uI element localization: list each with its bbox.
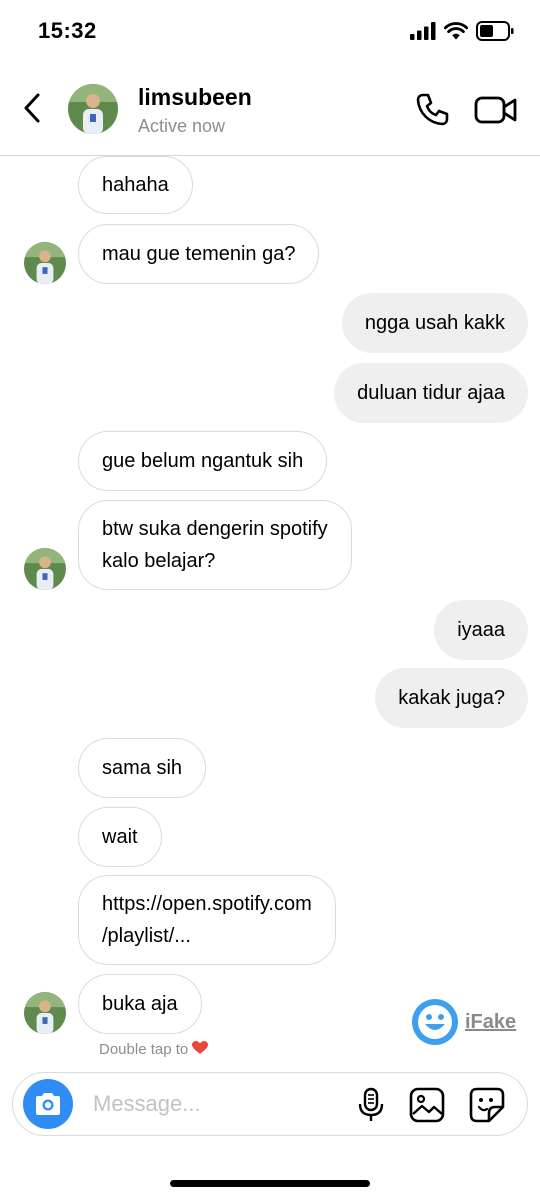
active-status: Active now — [138, 116, 226, 136]
avatar[interactable] — [24, 992, 66, 1034]
gallery-icon[interactable] — [409, 1087, 445, 1123]
message-text: hahaha — [102, 174, 169, 196]
phone-icon[interactable] — [412, 90, 452, 130]
battery-icon — [476, 21, 514, 41]
message-text: gue belum ngantuk sih — [102, 450, 304, 472]
back-chevron-icon[interactable] — [18, 90, 48, 126]
status-icons — [410, 20, 514, 42]
message-text: mau gue temenin ga? — [102, 243, 296, 265]
contact-name[interactable]: limsubeen — [138, 84, 252, 111]
status-bar: 15:32 — [0, 0, 540, 60]
heart-icon — [192, 1041, 209, 1054]
ifake-logo-icon — [412, 999, 458, 1045]
message-text: kakak juga? — [398, 687, 505, 709]
message-bubble-incoming[interactable]: sama sih — [78, 738, 207, 798]
message-bubble-incoming[interactable]: btw suka dengerin spotify kalo belajar? — [78, 500, 352, 590]
message-text-line2: /playlist/... — [102, 925, 191, 947]
message-text-line1: btw suka dengerin spotify — [102, 518, 328, 540]
message-link-bubble[interactable]: https://open.spotify.com /playlist/... — [78, 875, 336, 965]
message-bubble-outgoing[interactable]: kakak juga? — [375, 668, 528, 728]
message-bubble-outgoing[interactable]: iyaaa — [434, 600, 528, 660]
message-text: buka aja — [102, 993, 178, 1015]
avatar[interactable] — [24, 548, 66, 590]
message-bubble-incoming[interactable]: hahaha — [78, 156, 193, 214]
message-text: duluan tidur ajaa — [357, 382, 505, 404]
message-bubble-incoming[interactable]: gue belum ngantuk sih — [78, 431, 328, 491]
video-call-icon[interactable] — [474, 92, 518, 128]
home-indicator[interactable] — [170, 1180, 370, 1187]
message-bubble-outgoing[interactable]: duluan tidur ajaa — [334, 363, 528, 423]
avatar[interactable] — [24, 242, 66, 284]
chat-header: limsubeen Active now — [0, 62, 540, 156]
message-text: ngga usah kakk — [364, 312, 505, 334]
message-text: sama sih — [102, 757, 183, 779]
ifake-label: iFake — [465, 1010, 517, 1033]
camera-icon — [36, 1093, 60, 1115]
message-input[interactable]: Message... — [93, 1091, 201, 1117]
message-bubble-incoming[interactable]: mau gue temenin ga? — [78, 224, 320, 284]
message-text-line2: kalo belajar? — [102, 550, 216, 572]
avatar[interactable] — [68, 84, 118, 134]
camera-button[interactable] — [23, 1079, 73, 1129]
message-text: iyaaa — [457, 619, 505, 641]
sticker-icon[interactable] — [469, 1087, 505, 1123]
signal-icon — [410, 22, 436, 40]
wifi-icon — [444, 22, 468, 40]
message-text-line1: https://open.spotify.com — [102, 893, 312, 915]
ifake-watermark: iFake — [411, 998, 516, 1046]
status-time: 15:32 — [38, 18, 97, 43]
message-bubble-incoming[interactable]: wait — [78, 807, 162, 867]
hint-text: Double tap to — [99, 1041, 189, 1058]
message-bubble-incoming[interactable]: buka aja — [78, 974, 202, 1034]
double-tap-hint: Double tap to — [99, 1041, 209, 1058]
message-text: wait — [102, 826, 138, 848]
message-composer: Message... — [12, 1072, 528, 1136]
message-bubble-outgoing[interactable]: ngga usah kakk — [341, 293, 528, 353]
microphone-icon[interactable] — [353, 1087, 389, 1123]
